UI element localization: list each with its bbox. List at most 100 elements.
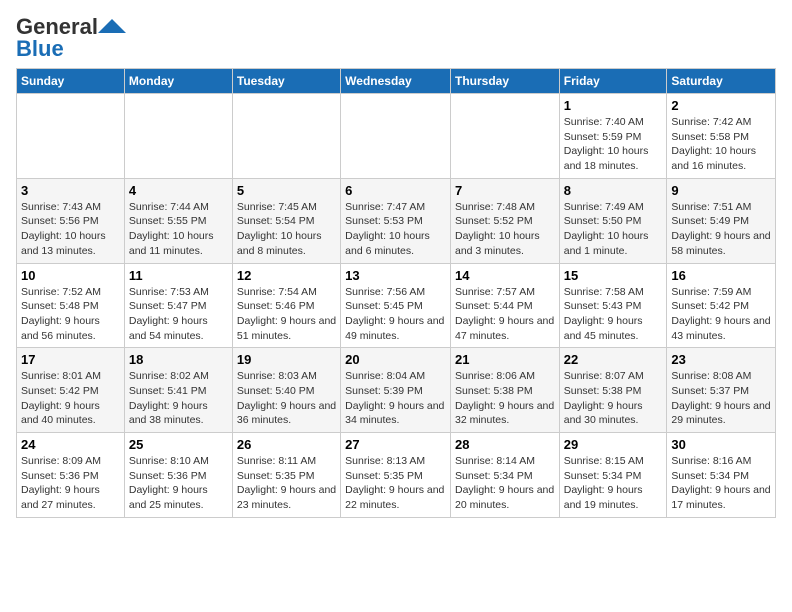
day-info: Sunrise: 8:01 AM Sunset: 5:42 PM Dayligh… [21, 369, 120, 428]
day-info: Sunrise: 8:07 AM Sunset: 5:38 PM Dayligh… [564, 369, 663, 428]
calendar-week-3: 10Sunrise: 7:52 AM Sunset: 5:48 PM Dayli… [17, 263, 776, 348]
logo-blue: Blue [16, 38, 64, 60]
calendar-table: SundayMondayTuesdayWednesdayThursdayFrid… [16, 68, 776, 518]
day-number: 22 [564, 352, 663, 367]
day-info: Sunrise: 7:58 AM Sunset: 5:43 PM Dayligh… [564, 285, 663, 344]
logo-text: General [16, 16, 98, 38]
calendar-cell [124, 94, 232, 179]
day-info: Sunrise: 7:43 AM Sunset: 5:56 PM Dayligh… [21, 200, 120, 259]
day-info: Sunrise: 8:09 AM Sunset: 5:36 PM Dayligh… [21, 454, 120, 513]
day-header-sunday: Sunday [17, 69, 125, 94]
day-number: 20 [345, 352, 446, 367]
calendar-cell: 24Sunrise: 8:09 AM Sunset: 5:36 PM Dayli… [17, 433, 125, 518]
day-number: 5 [237, 183, 336, 198]
day-info: Sunrise: 8:06 AM Sunset: 5:38 PM Dayligh… [455, 369, 555, 428]
calendar-cell: 20 Sunrise: 8:04 AM Sunset: 5:39 PM Dayli… [341, 348, 451, 433]
day-number: 4 [129, 183, 228, 198]
day-info: Sunrise: 7:48 AM Sunset: 5:52 PM Dayligh… [455, 200, 555, 259]
calendar-cell [341, 94, 451, 179]
day-number: 13 [345, 268, 446, 283]
calendar-cell: 8 Sunrise: 7:49 AM Sunset: 5:50 PM Daylig… [559, 178, 667, 263]
calendar-week-2: 3 Sunrise: 7:43 AM Sunset: 5:56 PM Daylig… [17, 178, 776, 263]
day-number: 11 [129, 268, 228, 283]
day-info: Sunrise: 7:42 AM Sunset: 5:58 PM Dayligh… [671, 115, 771, 174]
day-header-saturday: Saturday [667, 69, 776, 94]
day-info: Sunrise: 7:49 AM Sunset: 5:50 PM Dayligh… [564, 200, 663, 259]
day-number: 19 [237, 352, 336, 367]
calendar-cell: 4Sunrise: 7:44 AM Sunset: 5:55 PM Daylig… [124, 178, 232, 263]
calendar-cell: 7 Sunrise: 7:48 AM Sunset: 5:52 PM Daylig… [450, 178, 559, 263]
day-number: 7 [455, 183, 555, 198]
day-info: Sunrise: 7:47 AM Sunset: 5:53 PM Dayligh… [345, 200, 446, 259]
day-number: 17 [21, 352, 120, 367]
calendar-cell: 15 Sunrise: 7:58 AM Sunset: 5:43 PM Dayli… [559, 263, 667, 348]
day-number: 12 [237, 268, 336, 283]
calendar-cell: 22 Sunrise: 8:07 AM Sunset: 5:38 PM Dayli… [559, 348, 667, 433]
calendar-cell: 26 Sunrise: 8:11 AM Sunset: 5:35 PM Dayli… [232, 433, 340, 518]
calendar-cell: 9Sunrise: 7:51 AM Sunset: 5:49 PM Daylig… [667, 178, 776, 263]
day-number: 23 [671, 352, 771, 367]
calendar-cell: 13 Sunrise: 7:56 AM Sunset: 5:45 PM Dayli… [341, 263, 451, 348]
day-info: Sunrise: 7:57 AM Sunset: 5:44 PM Dayligh… [455, 285, 555, 344]
calendar-cell: 29 Sunrise: 8:15 AM Sunset: 5:34 PM Dayli… [559, 433, 667, 518]
day-info: Sunrise: 8:16 AM Sunset: 5:34 PM Dayligh… [671, 454, 771, 513]
calendar-cell [232, 94, 340, 179]
day-number: 29 [564, 437, 663, 452]
day-info: Sunrise: 7:53 AM Sunset: 5:47 PM Dayligh… [129, 285, 228, 344]
calendar-cell: 17 Sunrise: 8:01 AM Sunset: 5:42 PM Dayli… [17, 348, 125, 433]
day-info: Sunrise: 8:11 AM Sunset: 5:35 PM Dayligh… [237, 454, 336, 513]
calendar-cell: 2 Sunrise: 7:42 AM Sunset: 5:58 PM Daylig… [667, 94, 776, 179]
calendar-cell: 12 Sunrise: 7:54 AM Sunset: 5:46 PM Dayli… [232, 263, 340, 348]
day-number: 8 [564, 183, 663, 198]
day-info: Sunrise: 7:45 AM Sunset: 5:54 PM Dayligh… [237, 200, 336, 259]
day-number: 27 [345, 437, 446, 452]
day-info: Sunrise: 8:02 AM Sunset: 5:41 PM Dayligh… [129, 369, 228, 428]
day-number: 18 [129, 352, 228, 367]
day-number: 30 [671, 437, 771, 452]
page-header: General Blue [16, 16, 776, 60]
day-header-friday: Friday [559, 69, 667, 94]
calendar-cell: 18 Sunrise: 8:02 AM Sunset: 5:41 PM Dayli… [124, 348, 232, 433]
day-info: Sunrise: 8:04 AM Sunset: 5:39 PM Dayligh… [345, 369, 446, 428]
day-info: Sunrise: 7:40 AM Sunset: 5:59 PM Dayligh… [564, 115, 663, 174]
day-info: Sunrise: 8:03 AM Sunset: 5:40 PM Dayligh… [237, 369, 336, 428]
day-info: Sunrise: 7:51 AM Sunset: 5:49 PM Dayligh… [671, 200, 771, 259]
day-info: Sunrise: 7:52 AM Sunset: 5:48 PM Dayligh… [21, 285, 120, 344]
day-info: Sunrise: 8:14 AM Sunset: 5:34 PM Dayligh… [455, 454, 555, 513]
day-info: Sunrise: 7:56 AM Sunset: 5:45 PM Dayligh… [345, 285, 446, 344]
day-number: 15 [564, 268, 663, 283]
calendar-cell: 19 Sunrise: 8:03 AM Sunset: 5:40 PM Dayli… [232, 348, 340, 433]
calendar-cell: 10Sunrise: 7:52 AM Sunset: 5:48 PM Dayli… [17, 263, 125, 348]
day-info: Sunrise: 7:54 AM Sunset: 5:46 PM Dayligh… [237, 285, 336, 344]
day-number: 28 [455, 437, 555, 452]
day-number: 2 [671, 98, 771, 113]
calendar-cell: 23 Sunrise: 8:08 AM Sunset: 5:37 PM Dayli… [667, 348, 776, 433]
calendar-cell: 5 Sunrise: 7:45 AM Sunset: 5:54 PM Daylig… [232, 178, 340, 263]
day-number: 3 [21, 183, 120, 198]
day-header-tuesday: Tuesday [232, 69, 340, 94]
day-info: Sunrise: 8:13 AM Sunset: 5:35 PM Dayligh… [345, 454, 446, 513]
day-info: Sunrise: 8:15 AM Sunset: 5:34 PM Dayligh… [564, 454, 663, 513]
day-number: 6 [345, 183, 446, 198]
day-number: 14 [455, 268, 555, 283]
calendar-cell: 14 Sunrise: 7:57 AM Sunset: 5:44 PM Dayli… [450, 263, 559, 348]
day-header-thursday: Thursday [450, 69, 559, 94]
calendar-week-5: 24Sunrise: 8:09 AM Sunset: 5:36 PM Dayli… [17, 433, 776, 518]
day-info: Sunrise: 7:59 AM Sunset: 5:42 PM Dayligh… [671, 285, 771, 344]
calendar-cell [450, 94, 559, 179]
day-number: 26 [237, 437, 336, 452]
calendar-cell: 16 Sunrise: 7:59 AM Sunset: 5:42 PM Dayli… [667, 263, 776, 348]
calendar-cell [17, 94, 125, 179]
calendar-cell: 30 Sunrise: 8:16 AM Sunset: 5:34 PM Dayli… [667, 433, 776, 518]
day-info: Sunrise: 8:08 AM Sunset: 5:37 PM Dayligh… [671, 369, 771, 428]
day-number: 16 [671, 268, 771, 283]
calendar-cell: 25Sunrise: 8:10 AM Sunset: 5:36 PM Dayli… [124, 433, 232, 518]
logo: General Blue [16, 16, 126, 60]
calendar-header-row: SundayMondayTuesdayWednesdayThursdayFrid… [17, 69, 776, 94]
day-number: 1 [564, 98, 663, 113]
day-info: Sunrise: 8:10 AM Sunset: 5:36 PM Dayligh… [129, 454, 228, 513]
calendar-week-4: 17 Sunrise: 8:01 AM Sunset: 5:42 PM Dayli… [17, 348, 776, 433]
day-header-monday: Monday [124, 69, 232, 94]
calendar-week-1: 1 Sunrise: 7:40 AM Sunset: 5:59 PM Daylig… [17, 94, 776, 179]
calendar-cell: 28 Sunrise: 8:14 AM Sunset: 5:34 PM Dayli… [450, 433, 559, 518]
